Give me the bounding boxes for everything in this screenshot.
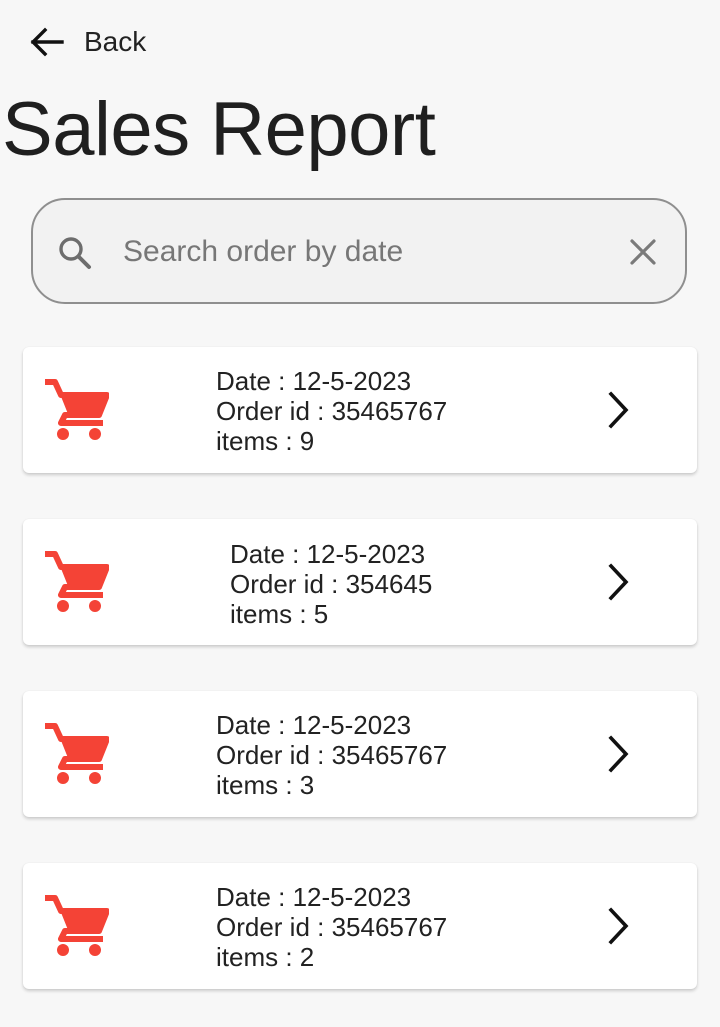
- order-id: Order id : 354645: [230, 569, 433, 599]
- order-items: items : 5: [230, 599, 329, 629]
- shopping-cart-icon: [45, 895, 109, 956]
- back-label: Back: [84, 26, 147, 57]
- order-id: Order id : 35465767: [216, 740, 448, 770]
- order-card[interactable]: Date : 12-5-2023 Order id : 354645 items…: [23, 519, 697, 645]
- order-card[interactable]: Date : 12-5-2023 Order id : 35465767 ite…: [23, 863, 697, 989]
- order-date: Date : 12-5-2023: [216, 882, 412, 912]
- order-details: Date : 12-5-2023 Order id : 35465767 ite…: [216, 366, 447, 456]
- chevron-right-icon: [608, 391, 629, 429]
- shopping-cart-icon: [45, 551, 109, 612]
- chevron-right-icon: [608, 563, 629, 601]
- page-title: Sales Report: [2, 87, 436, 172]
- order-date: Date : 12-5-2023: [230, 539, 426, 569]
- order-id: Order id : 35465767: [216, 912, 448, 942]
- order-details: Date : 12-5-2023 Order id : 35465767 ite…: [216, 882, 447, 972]
- orders-list: Date : 12-5-2023 Order id : 35465767 ite…: [23, 347, 697, 989]
- order-date: Date : 12-5-2023: [216, 366, 412, 396]
- arrow-left-icon: [30, 27, 64, 57]
- order-items: items : 3: [216, 770, 315, 800]
- order-items: items : 9: [216, 426, 315, 456]
- order-details: Date : 12-5-2023 Order id : 354645 items…: [230, 539, 432, 629]
- shopping-cart-icon: [45, 379, 109, 440]
- close-icon[interactable]: [629, 238, 657, 266]
- order-id: Order id : 35465767: [216, 396, 448, 426]
- search-input[interactable]: [121, 226, 605, 278]
- order-card[interactable]: Date : 12-5-2023 Order id : 35465767 ite…: [23, 691, 697, 817]
- order-card[interactable]: Date : 12-5-2023 Order id : 35465767 ite…: [23, 347, 697, 473]
- chevron-right-icon: [608, 735, 629, 773]
- search-bar: [31, 198, 687, 304]
- back-button[interactable]: Back: [30, 20, 146, 64]
- chevron-right-icon: [608, 907, 629, 945]
- order-items: items : 2: [216, 942, 315, 972]
- order-details: Date : 12-5-2023 Order id : 35465767 ite…: [216, 710, 447, 800]
- shopping-cart-icon: [45, 723, 109, 784]
- search-icon: [59, 237, 91, 269]
- order-date: Date : 12-5-2023: [216, 710, 412, 740]
